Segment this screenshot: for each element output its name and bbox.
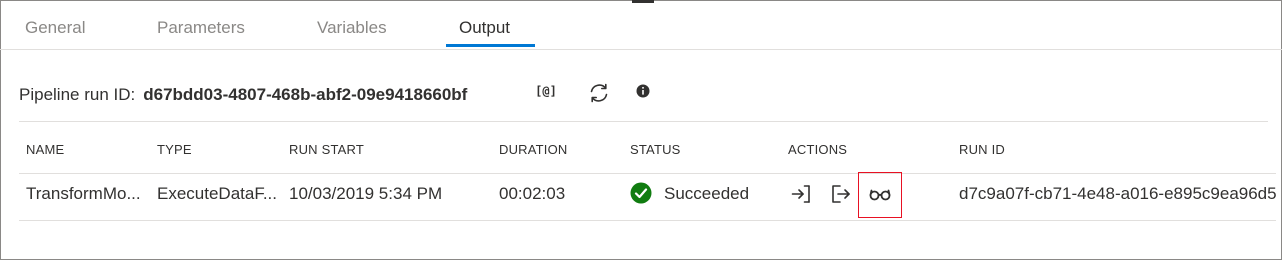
refresh-icon[interactable] — [586, 80, 612, 106]
column-header-status: STATUS — [630, 142, 681, 157]
column-header-type: TYPE — [157, 142, 192, 157]
cell-name[interactable]: TransformMo... — [26, 184, 141, 204]
cell-duration: 00:02:03 — [499, 184, 566, 203]
column-header-run-id: RUN ID — [959, 142, 1005, 157]
table-row-divider — [19, 220, 1276, 221]
tab-variables[interactable]: Variables — [317, 18, 387, 38]
input-icon[interactable] — [789, 182, 813, 206]
highlight-box — [858, 172, 902, 218]
column-header-duration: DURATION — [499, 142, 568, 157]
table-header-divider — [19, 173, 1276, 174]
pipeline-run-label: Pipeline run ID: — [19, 85, 136, 104]
cell-run-start: 10/03/2019 5:34 PM — [289, 184, 443, 203]
section-divider — [19, 121, 1268, 122]
tab-bar: General Parameters Variables Output — [0, 0, 1282, 50]
info-icon[interactable] — [633, 81, 653, 101]
cell-type: ExecuteDataF... — [157, 184, 278, 203]
cell-status: Succeeded — [664, 184, 750, 203]
tab-parameters[interactable]: Parameters — [157, 18, 245, 38]
copy-icon[interactable]: [@] — [532, 80, 560, 102]
cell-run-id: d7c9a07f-cb71-4e48-a016-e895c9ea96d5 — [959, 184, 1277, 203]
tab-output[interactable]: Output — [459, 18, 510, 38]
column-header-run-start: RUN START — [289, 142, 364, 157]
pipeline-run-id: d67bdd03-4807-468b-abf2-09e9418660bf — [143, 85, 468, 104]
active-tab-indicator — [446, 44, 535, 47]
success-check-icon — [630, 182, 652, 204]
pipeline-run-info: Pipeline run ID: d67bdd03-4807-468b-abf2… — [19, 83, 467, 107]
column-header-name: NAME — [26, 142, 65, 157]
column-header-actions: ACTIONS — [788, 142, 848, 157]
tab-general[interactable]: General — [25, 18, 85, 38]
output-icon[interactable] — [829, 182, 853, 206]
